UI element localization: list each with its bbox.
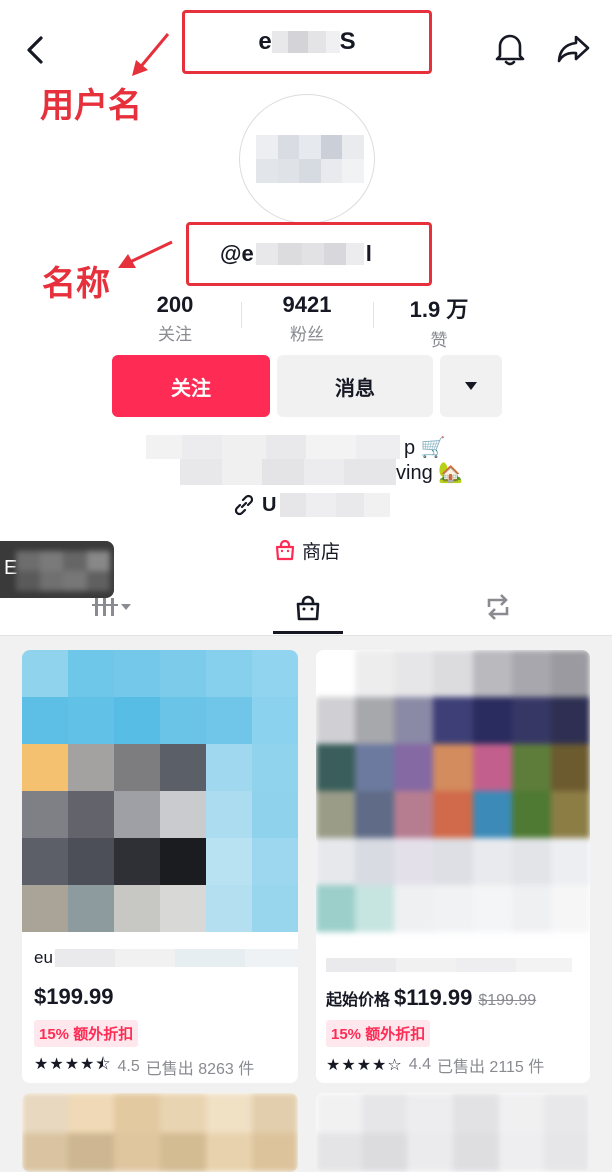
product-image xyxy=(316,1093,590,1172)
title-redacted xyxy=(326,958,572,972)
caret-down-icon xyxy=(465,382,477,390)
likes-label: 赞 xyxy=(430,331,448,350)
handle-start: @e xyxy=(220,241,254,266)
username-annotation-arrow xyxy=(132,33,170,76)
username-start: e xyxy=(258,28,272,55)
floating-mini-player[interactable]: E xyxy=(0,541,114,598)
discount-badge: 15% 额外折扣 xyxy=(326,1020,431,1047)
title-redacted xyxy=(54,949,298,967)
product-title-start: eu xyxy=(34,948,53,967)
handle-end: l xyxy=(365,241,372,266)
stat-divider xyxy=(373,302,374,328)
price-prefix: 起始价格 xyxy=(326,992,391,1009)
link-icon xyxy=(234,494,254,516)
followers-count: 9421 xyxy=(282,292,332,317)
product-card[interactable]: 起始价格 $119.99 $199.99 15% 额外折扣 ★★★★☆ 4.4 … xyxy=(316,650,590,1083)
bio-line-2: ving 🏡 xyxy=(180,458,463,486)
avatar[interactable] xyxy=(239,94,375,224)
message-button[interactable]: 消息 xyxy=(277,355,433,417)
product-image xyxy=(22,1093,298,1172)
bio-redacted xyxy=(180,459,396,485)
original-price: $199.99 xyxy=(478,992,537,1009)
stat-divider xyxy=(241,302,242,328)
back-icon[interactable] xyxy=(20,30,50,70)
bio-line-2-text: ving 🏡 xyxy=(396,461,464,484)
shop-link[interactable]: 商店 xyxy=(274,535,340,565)
product-image xyxy=(22,650,298,932)
followers-label: 粉丝 xyxy=(290,325,324,344)
bio-redacted xyxy=(146,435,400,459)
username-redacted xyxy=(271,31,340,53)
following-label: 关注 xyxy=(158,325,192,344)
star-rating-icon: ★★★★⯪ xyxy=(34,1056,112,1073)
product-image xyxy=(316,650,590,932)
name-annotation-label: 名称 xyxy=(42,264,110,304)
sold-count: 已售出 2115 件 xyxy=(436,1059,545,1076)
username: e S xyxy=(184,12,430,72)
tab-active-indicator xyxy=(273,631,343,634)
stat-following[interactable]: 200 关注 xyxy=(115,292,235,345)
tab-reposts[interactable] xyxy=(480,590,516,624)
bio-line-1-text: p 🛒 xyxy=(404,436,446,459)
name-annotation-arrow xyxy=(118,240,173,268)
shop-label: 商店 xyxy=(302,541,341,563)
product-title: eu xyxy=(34,948,298,968)
repost-icon xyxy=(487,594,509,620)
link-redacted xyxy=(280,493,391,517)
product-card[interactable]: eu $199.99 15% 额外折扣 ★★★★⯪ 4.5 已售出 8263 件 xyxy=(22,650,298,1083)
discount-badge: 15% 额外折扣 xyxy=(34,1020,139,1047)
product-price: 起始价格 $119.99 $199.99 xyxy=(326,985,536,1011)
price-value: $119.99 xyxy=(394,985,473,1010)
star-rating-icon: ★★★★☆ xyxy=(326,1057,403,1074)
sold-count: 已售出 8263 件 xyxy=(145,1060,255,1078)
grid-bars-icon xyxy=(92,598,118,616)
rating-row: ★★★★☆ 4.4 已售出 2115 件 xyxy=(326,1053,544,1077)
rating-value: 4.4 xyxy=(408,1056,431,1073)
bio-line-1: p 🛒 xyxy=(146,434,446,460)
product-card[interactable] xyxy=(316,1093,590,1172)
shopping-bag-icon xyxy=(296,595,320,621)
following-count: 200 xyxy=(156,292,194,317)
more-dropdown-button[interactable] xyxy=(440,355,502,417)
product-price: $199.99 xyxy=(34,984,114,1010)
bell-icon[interactable] xyxy=(490,28,530,70)
share-icon[interactable] xyxy=(552,28,594,70)
username-end: S xyxy=(339,28,356,55)
link-text-start: U xyxy=(262,493,277,516)
follow-button[interactable]: 关注 xyxy=(112,355,270,417)
stat-likes[interactable]: 1.9 万 赞 xyxy=(379,292,499,351)
product-title xyxy=(326,958,572,977)
handle-redacted xyxy=(255,243,364,265)
tab-shop[interactable] xyxy=(290,590,326,626)
rating-value: 4.5 xyxy=(117,1057,140,1075)
shopping-bag-icon xyxy=(275,539,295,561)
rating-row: ★★★★⯪ 4.5 已售出 8263 件 xyxy=(34,1053,254,1080)
caret-down-icon xyxy=(121,604,131,610)
price-value: $199.99 xyxy=(34,984,114,1009)
profile-link[interactable]: U xyxy=(232,490,391,520)
handle: @e l xyxy=(188,224,432,284)
stat-followers[interactable]: 9421 粉丝 xyxy=(247,292,367,345)
username-annotation-label: 用户名 xyxy=(40,86,142,126)
likes-count: 1.9 万 xyxy=(409,297,469,322)
product-card[interactable] xyxy=(22,1093,298,1172)
